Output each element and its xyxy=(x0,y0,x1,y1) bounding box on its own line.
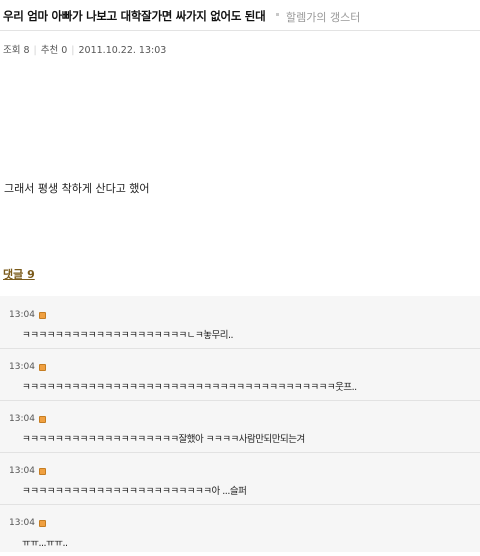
post-title: 우리 엄마 아빠가 나보고 대학잘가면 싸가지 없어도 된대 xyxy=(3,9,266,23)
comment-item: 13:04 ㅋㅋㅋㅋㅋㅋㅋㅋㅋㅋㅋㅋㅋㅋㅋㅋㅋㅋㅋㅋㅋㅋㅋ아 ...슬퍼 xyxy=(0,452,480,505)
comment-list: 13:04 ㅋㅋㅋㅋㅋㅋㅋㅋㅋㅋㅋㅋㅋㅋㅋㅋㅋㅋㅋㅋㄴㅋ놓무리.. 13:04 … xyxy=(0,296,480,552)
comment-count-link[interactable]: 댓글 9 xyxy=(3,266,35,282)
new-comment-icon xyxy=(39,364,46,371)
title-separator xyxy=(276,13,279,16)
post-body: 그래서 평생 착하게 산다고 했어 xyxy=(4,182,150,195)
comment-time: 13:04 xyxy=(9,310,35,320)
post-title-bar: 우리 엄마 아빠가 나보고 대학잘가면 싸가지 없어도 된대 할렘가의 갱스터 xyxy=(0,0,480,31)
comment-text: ㅋㅋㅋㅋㅋㅋㅋㅋㅋㅋㅋㅋㅋㅋㅋㅋㅋㅋㅋㅋㅋㅋㅋ아 ...슬퍼 xyxy=(22,486,247,497)
new-comment-icon xyxy=(39,520,46,527)
like-count: 추천 0 xyxy=(40,45,68,56)
post-date: 2011.10.22. 13:03 xyxy=(78,45,167,56)
comment-time: 13:04 xyxy=(9,466,35,476)
comment-item: 13:04 ㅋㅋㅋㅋㅋㅋㅋㅋㅋㅋㅋㅋㅋㅋㅋㅋㅋㅋㅋㅋㄴㅋ놓무리.. xyxy=(0,296,480,349)
meta-divider: | xyxy=(33,45,37,56)
gallery-link[interactable]: 할렘가의 갱스터 xyxy=(286,9,360,25)
new-comment-icon xyxy=(39,468,46,475)
comment-time: 13:04 xyxy=(9,518,35,528)
comment-item: 13:04 ㅋㅋㅋㅋㅋㅋㅋㅋㅋㅋㅋㅋㅋㅋㅋㅋㅋㅋㅋ잘했아 ㅋㅋㅋㅋ사람만되만되는… xyxy=(0,400,480,453)
comment-time: 13:04 xyxy=(9,414,35,424)
comment-item: 13:04 ㅠㅠ...ㅠㅠ.. xyxy=(0,504,480,556)
comment-text: ㅋㅋㅋㅋㅋㅋㅋㅋㅋㅋㅋㅋㅋㅋㅋㅋㅋㅋㅋ잘했아 ㅋㅋㅋㅋ사람만되만되는겨 xyxy=(22,434,305,445)
post-meta: 조회 8 | 추천 0 | 2011.10.22. 13:03 xyxy=(3,42,166,56)
comment-text: ㅠㅠ...ㅠㅠ.. xyxy=(22,538,68,549)
new-comment-icon xyxy=(39,312,46,319)
comment-text: ㅋㅋㅋㅋㅋㅋㅋㅋㅋㅋㅋㅋㅋㅋㅋㅋㅋㅋㅋㅋㄴㅋ놓무리.. xyxy=(22,330,234,341)
meta-divider: | xyxy=(71,45,75,56)
comment-item: 13:04 ㅋㅋㅋㅋㅋㅋㅋㅋㅋㅋㅋㅋㅋㅋㅋㅋㅋㅋㅋㅋㅋㅋㅋㅋㅋㅋㅋㅋㅋㅋㅋㅋㅋㅋ… xyxy=(0,348,480,401)
new-comment-icon xyxy=(39,416,46,423)
comment-text: ㅋㅋㅋㅋㅋㅋㅋㅋㅋㅋㅋㅋㅋㅋㅋㅋㅋㅋㅋㅋㅋㅋㅋㅋㅋㅋㅋㅋㅋㅋㅋㅋㅋㅋㅋㅋㅋㅋ웃프… xyxy=(22,382,357,393)
comment-time: 13:04 xyxy=(9,362,35,372)
view-count: 조회 8 xyxy=(3,45,30,56)
